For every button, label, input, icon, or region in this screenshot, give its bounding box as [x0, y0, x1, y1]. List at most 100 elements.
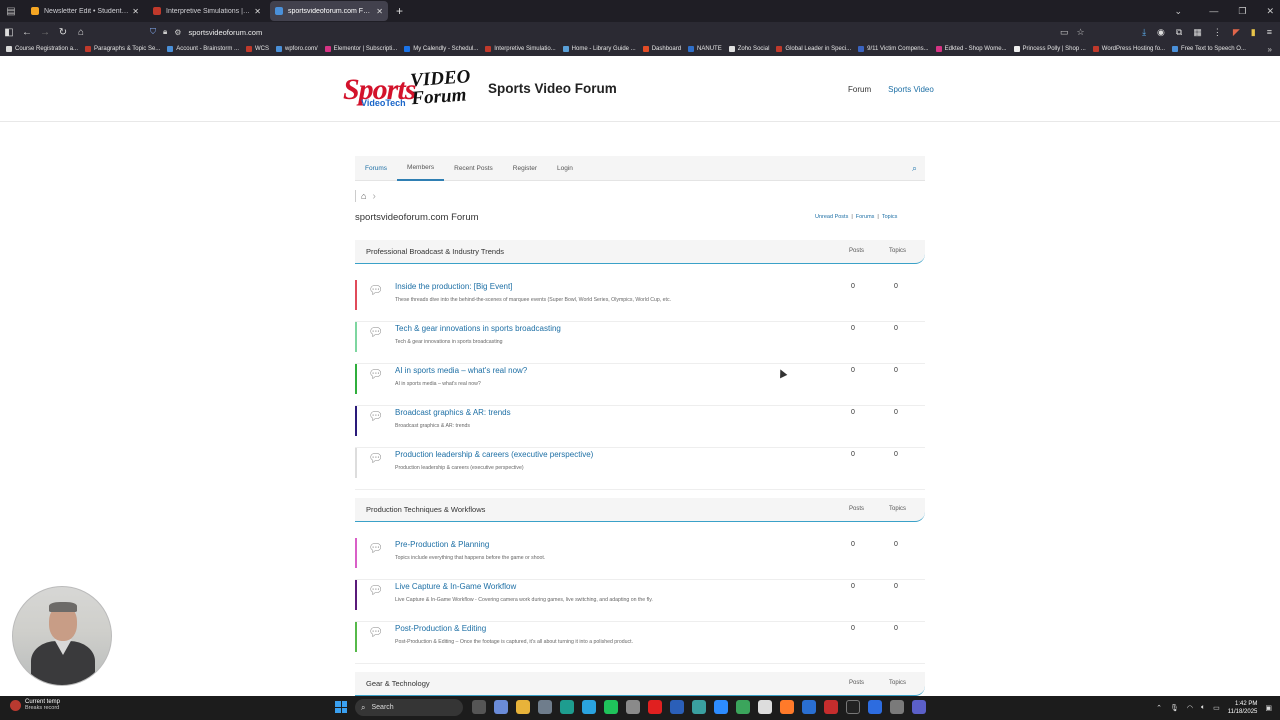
back-button[interactable]: ←	[18, 27, 36, 38]
browser-tab[interactable]: Newsletter Edit • Student Filmm✕	[26, 1, 144, 21]
chrome-profile-icon[interactable]	[758, 700, 772, 714]
category-name[interactable]: Gear & Technology	[366, 679, 430, 688]
tab-close-icon[interactable]: ✕	[376, 7, 383, 16]
menu-recent-posts[interactable]: Recent Posts	[444, 156, 503, 181]
address-bar[interactable]: ⛉ 🔒︎ ⚙ sportsvideoforum.com	[150, 24, 1085, 40]
category-name[interactable]: Professional Broadcast & Industry Trends	[366, 247, 504, 256]
forum-title-link[interactable]: Post-Production & Editing	[395, 624, 486, 633]
home-button[interactable]: ⌂	[72, 27, 90, 38]
bookmark-item[interactable]: Free Text to Speech O...	[1172, 46, 1246, 52]
line-icon[interactable]	[604, 700, 618, 714]
url-text[interactable]: sportsvideoforum.com	[188, 28, 262, 37]
extensions-puzzle-icon[interactable]: ⧉	[1176, 27, 1182, 38]
tab-list-icon[interactable]: ▤	[0, 0, 22, 22]
bookmark-item[interactable]: Princess Polly | Shop ...	[1013, 46, 1086, 52]
extension-battery-icon[interactable]: ▮	[1251, 27, 1256, 38]
forum-title-link[interactable]: Tech & gear innovations in sports broadc…	[395, 324, 561, 333]
bookmark-item[interactable]: Elementor | Subscripti...	[324, 46, 397, 52]
edge-icon[interactable]	[560, 700, 574, 714]
notifications-icon[interactable]: ▣	[1265, 704, 1272, 712]
app-red-icon[interactable]	[824, 700, 838, 714]
volume-icon[interactable]: 🔈︎	[1201, 704, 1205, 712]
bookmark-item[interactable]: WCS	[245, 46, 269, 52]
menu-extension-icon[interactable]: ⋮	[1213, 27, 1222, 38]
chrome-icon[interactable]	[736, 700, 750, 714]
bookmark-item[interactable]: Global Leader in Speci...	[776, 46, 851, 52]
bookmark-item[interactable]: 9/11 Victim Compens...	[858, 46, 929, 52]
taskbar-search[interactable]: ⌕ Search	[355, 699, 463, 716]
bookmark-item[interactable]: Paragraphs & Topic Se...	[85, 46, 160, 52]
close-window-button[interactable]: ✕	[1266, 6, 1274, 17]
bookmark-item[interactable]: My Calendly - Schedul...	[404, 46, 478, 52]
forum-title-link[interactable]: Pre-Production & Planning	[395, 540, 489, 549]
unread-posts-link[interactable]: Unread Posts	[815, 214, 848, 220]
bookmark-item[interactable]: Edkted - Shop Wome...	[935, 46, 1007, 52]
nav-sports-video-link[interactable]: Sports Video	[888, 85, 934, 94]
reader-view-icon[interactable]: ▭	[1060, 27, 1069, 38]
downloads-icon[interactable]: ⤓	[1142, 27, 1146, 38]
forum-title-link[interactable]: Inside the production: [Big Event]	[395, 282, 512, 291]
category-name[interactable]: Production Techniques & Workflows	[366, 505, 485, 514]
menu-login[interactable]: Login	[547, 156, 583, 181]
app-gray-icon[interactable]	[890, 700, 904, 714]
mail-icon[interactable]	[626, 700, 640, 714]
menu-members[interactable]: Members	[397, 156, 445, 181]
forum-title-link[interactable]: AI in sports media – what's real now?	[395, 366, 527, 375]
bookmark-item[interactable]: Home - Library Guide ...	[562, 46, 636, 52]
file-explorer-icon[interactable]	[516, 700, 530, 714]
site-permissions-icon[interactable]: ⚙	[174, 28, 181, 37]
extension-icon[interactable]: ◤	[1233, 27, 1240, 38]
maximize-button[interactable]: ❐	[1238, 6, 1246, 17]
outlook-icon[interactable]	[802, 700, 816, 714]
tab-close-icon[interactable]: ✕	[132, 7, 139, 16]
zoom-icon[interactable]	[714, 700, 728, 714]
browser-tab[interactable]: Interpretive Simulations | Pharm✕	[148, 1, 266, 21]
telegram-icon[interactable]	[582, 700, 596, 714]
calculator-icon[interactable]	[538, 700, 552, 714]
browser-tab[interactable]: sportsvideoforum.com Forum -✕	[270, 1, 388, 21]
capcut-icon[interactable]	[846, 700, 860, 714]
forum-title-link[interactable]: Live Capture & In-Game Workflow	[395, 582, 516, 591]
nav-forum-link[interactable]: Forum	[848, 85, 871, 94]
bookmarks-overflow-icon[interactable]: »	[1268, 45, 1272, 54]
wifi-icon[interactable]: ◠	[1187, 704, 1193, 712]
bookmark-item[interactable]: Course Registration a...	[6, 46, 78, 52]
bookmark-star-icon[interactable]: ☆	[1077, 27, 1085, 38]
weather-widget[interactable]: Current temp Breaks record	[10, 699, 60, 711]
site-title[interactable]: Sports Video Forum	[488, 81, 617, 96]
minimize-button[interactable]: —	[1209, 6, 1218, 16]
lock-icon[interactable]: 🔒︎	[163, 27, 167, 37]
forum-search-icon[interactable]: ⌕	[912, 163, 917, 174]
forums-rss-link[interactable]: Forums	[856, 214, 875, 220]
reload-button[interactable]: ↻	[54, 27, 72, 38]
battery-icon[interactable]: ▭	[1213, 704, 1220, 712]
bookmark-item[interactable]: Account - Brainstorm ...	[167, 46, 239, 52]
bookmark-item[interactable]: Dashboard	[642, 46, 681, 52]
word-icon[interactable]	[670, 700, 684, 714]
start-button[interactable]	[335, 701, 347, 713]
tab-close-icon[interactable]: ✕	[254, 7, 261, 16]
bookmark-item[interactable]: Interpretive Simulatio...	[485, 46, 556, 52]
teams-icon[interactable]	[912, 700, 926, 714]
tracking-protection-shield-icon[interactable]: ⛉	[150, 27, 156, 37]
bookmark-item[interactable]: wpforo.com/	[275, 46, 318, 52]
task-view-icon[interactable]	[472, 700, 486, 714]
menu-register[interactable]: Register	[503, 156, 547, 181]
bookmark-item[interactable]: WordPress Hosting fo...	[1092, 46, 1165, 52]
hamburger-menu-icon[interactable]: ≡	[1267, 27, 1272, 37]
bookmark-item[interactable]: NANUTE	[688, 46, 722, 52]
clock[interactable]: 1:42 PM 11/18/2025	[1228, 700, 1258, 716]
forum-title-link[interactable]: Broadcast graphics & AR: trends	[395, 408, 511, 417]
menu-forums[interactable]: Forums	[355, 156, 397, 181]
bookmark-item[interactable]: Zoho Social	[728, 46, 769, 52]
microphone-icon[interactable]: 🎙︎	[1170, 704, 1179, 712]
tray-chevron-icon[interactable]: ⌃	[1156, 704, 1162, 712]
sidebar-toggle-icon[interactable]: ◧	[0, 27, 18, 38]
home-icon[interactable]: ⌂	[361, 191, 366, 201]
new-tab-button[interactable]: +	[396, 4, 403, 18]
account-icon[interactable]: ◉	[1157, 27, 1165, 38]
app-blue-icon[interactable]	[868, 700, 882, 714]
firefox-icon[interactable]	[780, 700, 794, 714]
tab-manager-icon[interactable]: ▦	[1193, 27, 1202, 38]
forward-button[interactable]: →	[36, 27, 54, 38]
